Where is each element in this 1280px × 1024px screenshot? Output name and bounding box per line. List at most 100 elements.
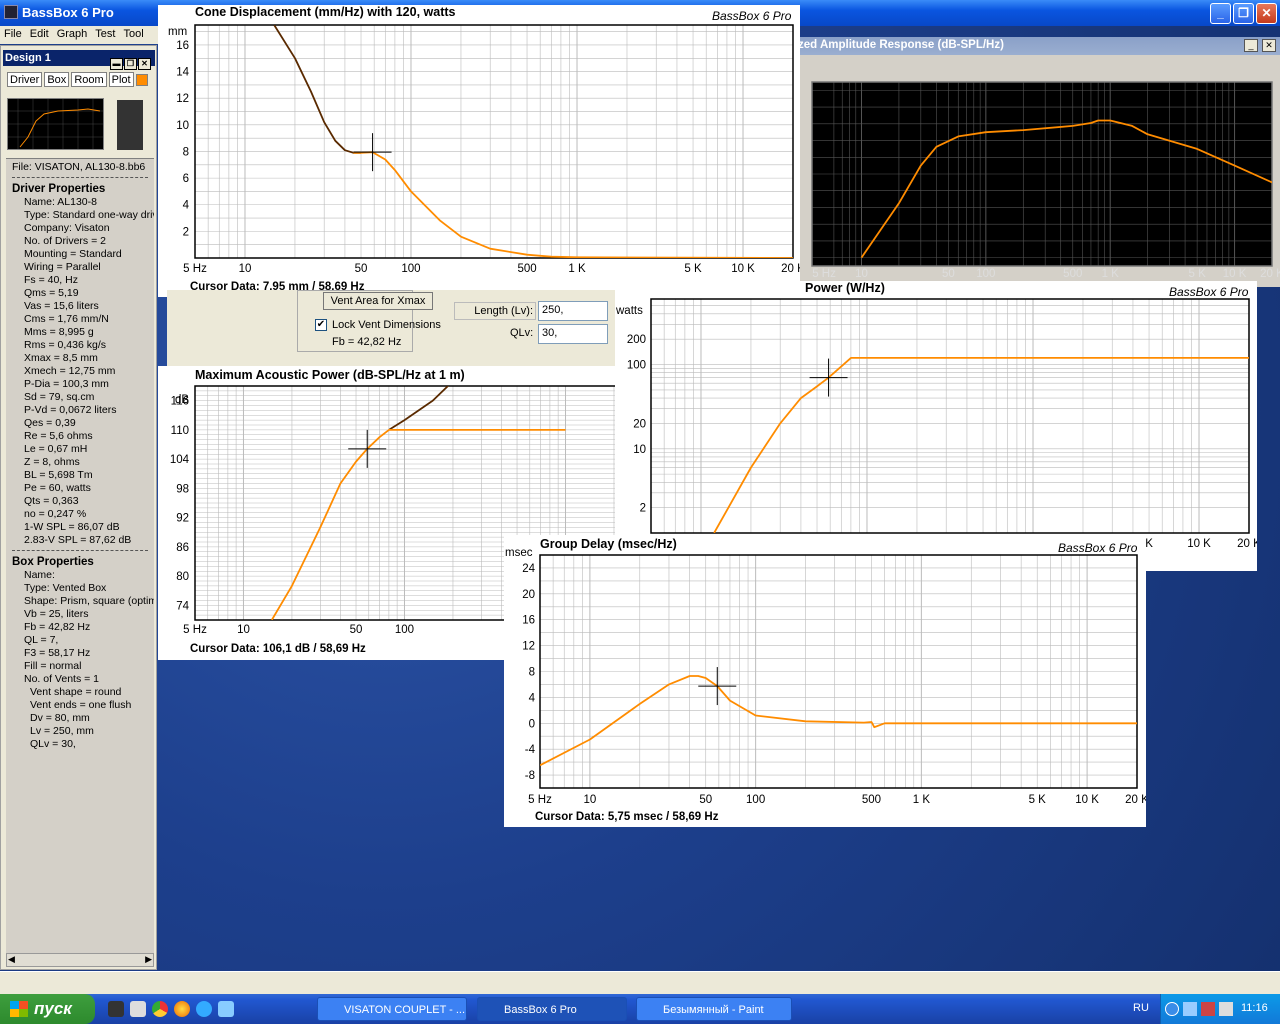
horizontal-scrollbar[interactable]: ◀ ▶	[6, 953, 154, 967]
property-line: Le = 0,67 mH	[24, 443, 88, 455]
taskbar-button-paint[interactable]: Безымянный - Paint	[636, 997, 792, 1021]
tab-box[interactable]: Box	[44, 72, 70, 87]
property-line: Type: Vented Box	[24, 582, 107, 594]
property-line: No. of Vents = 1	[24, 673, 100, 685]
close-button[interactable]: ✕	[1256, 3, 1277, 24]
y-tick-label: 12	[522, 641, 535, 653]
design-panel: Design 1 ▬ ❐ ✕ Driver Box Room Plot File: VIS…	[0, 45, 157, 970]
amplitude-minimize-button[interactable]: _	[1244, 39, 1258, 52]
vent-area-button[interactable]: Vent Area for Xmax	[323, 292, 433, 310]
property-line: Pe = 60, watts	[24, 482, 91, 494]
response-thumbnail[interactable]	[7, 98, 104, 150]
property-line: Qts = 0,363	[24, 495, 79, 507]
x-tick-label: 500	[1063, 268, 1082, 280]
y-tick-label: 12	[176, 93, 189, 105]
network-icon[interactable]	[1183, 1002, 1197, 1016]
property-line: Shape: Prism, square (optimu	[24, 595, 154, 607]
scroll-right-arrow[interactable]: ▶	[145, 954, 152, 965]
menu-tool[interactable]: Tool	[119, 26, 147, 42]
plot-area	[195, 25, 793, 258]
restore-button[interactable]: ❐	[1233, 3, 1254, 24]
security-icon[interactable]	[1201, 1002, 1215, 1016]
quicklaunch-app-icon[interactable]	[130, 1001, 146, 1017]
x-tick-label: 500	[862, 794, 881, 806]
design-close-button[interactable]: ✕	[138, 58, 151, 70]
thumbnail-graph	[8, 99, 103, 149]
property-line: Qms = 5,19	[24, 287, 79, 299]
design-title-bar: Design 1 ▬ ❐ ✕	[3, 50, 155, 70]
x-tick-label: 50	[355, 263, 368, 275]
ie-icon[interactable]	[196, 1001, 212, 1017]
x-tick-label: 50	[942, 268, 955, 280]
y-tick-label: 100	[627, 360, 646, 372]
property-line: Vb = 25, liters	[24, 608, 89, 620]
app-title: BassBox 6 Pro	[22, 5, 114, 20]
menu-test[interactable]: Test	[91, 26, 119, 42]
taskbar: пуск VISATON COUPLET - ... BassBox 6 Pro…	[0, 994, 1280, 1024]
menu-graph[interactable]: Graph	[53, 26, 92, 42]
thumbnail-controls[interactable]	[117, 100, 143, 150]
lock-vent-checkbox[interactable]: ✔	[315, 319, 327, 331]
x-tick-label: 100	[976, 268, 995, 280]
property-line: Vent ends = one flush	[30, 699, 132, 711]
x-tick-label: 5 Hz	[183, 624, 207, 636]
property-line: Name:	[24, 569, 55, 581]
firefox-icon[interactable]	[174, 1001, 190, 1017]
chrome-icon[interactable]	[152, 1001, 168, 1017]
amplitude-response-window[interactable]: zed Amplitude Response (dB-SPL/Hz) _ ✕ 5…	[790, 37, 1280, 287]
maxap-cursor-data: Cursor Data: 106,1 dB / 58,69 Hz	[190, 643, 366, 655]
group-delay-window[interactable]: Group Delay (msec/Hz) BassBox 6 Pro -8 -4…	[504, 535, 1146, 827]
property-line: Type: Standard one-way driv	[24, 209, 154, 221]
x-tick-label: 10 K	[1075, 794, 1099, 806]
property-line: Mounting = Standard	[24, 248, 122, 260]
length-input[interactable]: 250,	[538, 301, 608, 321]
start-button[interactable]: пуск	[0, 994, 95, 1024]
x-tick-label: 20 K	[781, 263, 800, 275]
divider	[12, 177, 148, 178]
taskbar-button-visaton[interactable]: VISATON COUPLET - ...	[317, 997, 467, 1021]
property-line: 1-W SPL = 86,07 dB	[24, 521, 120, 533]
quicklaunch-terminal-icon[interactable]	[108, 1001, 124, 1017]
scroll-left-arrow[interactable]: ◀	[8, 954, 15, 965]
y-tick-label: 200	[627, 334, 646, 346]
design-restore-button[interactable]: ❐	[124, 58, 137, 70]
property-line: Rms = 0,436 kg/s	[24, 339, 106, 351]
property-line: Fs = 40, Hz	[24, 274, 78, 286]
y-tick-label: 10	[176, 120, 189, 132]
menu-edit[interactable]: Edit	[26, 26, 53, 42]
qlv-input[interactable]: 30,	[538, 324, 608, 344]
y-tick-label: 20	[522, 589, 535, 601]
y-axis-label: mm	[168, 26, 187, 38]
quicklaunch-misc-icon[interactable]	[218, 1001, 234, 1017]
volume-icon[interactable]	[1219, 1002, 1233, 1016]
x-tick-label: 1 K	[568, 263, 586, 275]
x-tick-label: 100	[395, 624, 414, 636]
design-minimize-button[interactable]: ▬	[110, 58, 123, 70]
power-window[interactable]: Power (W/Hz) BassBox 6 Pro 2 10 20 100 200 wa…	[615, 281, 1257, 571]
property-line: Wiring = Parallel	[24, 261, 101, 273]
tab-room[interactable]: Room	[71, 72, 107, 87]
property-line: Company: Visaton	[24, 222, 110, 234]
x-tick-label: 100	[746, 794, 765, 806]
property-line: Dv = 80, mm	[30, 712, 90, 724]
minimize-button[interactable]: _	[1210, 3, 1231, 24]
amplitude-close-button[interactable]: ✕	[1262, 39, 1276, 52]
x-tick-label: 5 Hz	[528, 794, 552, 806]
y-tick-label: 8	[529, 667, 535, 679]
x-tick-label: 5 K	[684, 263, 702, 275]
menu-file[interactable]: File	[0, 26, 26, 42]
language-indicator[interactable]: RU	[1133, 1002, 1149, 1014]
taskbar-button-bassbox[interactable]: BassBox 6 Pro	[477, 997, 627, 1021]
tray-expand-icon[interactable]	[1165, 1002, 1179, 1016]
property-line: QLv = 30,	[30, 738, 76, 750]
tab-driver[interactable]: Driver	[7, 72, 43, 87]
y-tick-label: 6	[183, 173, 189, 185]
x-tick-label: 10	[583, 794, 596, 806]
plot-color-swatch[interactable]	[135, 74, 148, 87]
property-line: P-Vd = 0,0672 liters	[24, 404, 117, 416]
property-line: Cms = 1,76 mm/N	[24, 313, 109, 325]
x-tick-label: 20 K	[1125, 794, 1146, 806]
tab-plot[interactable]: Plot	[108, 72, 134, 87]
x-tick-label: K	[1145, 538, 1153, 550]
cone-displacement-window[interactable]: Cone Displacement (mm/Hz) with 120, watt…	[158, 5, 800, 297]
